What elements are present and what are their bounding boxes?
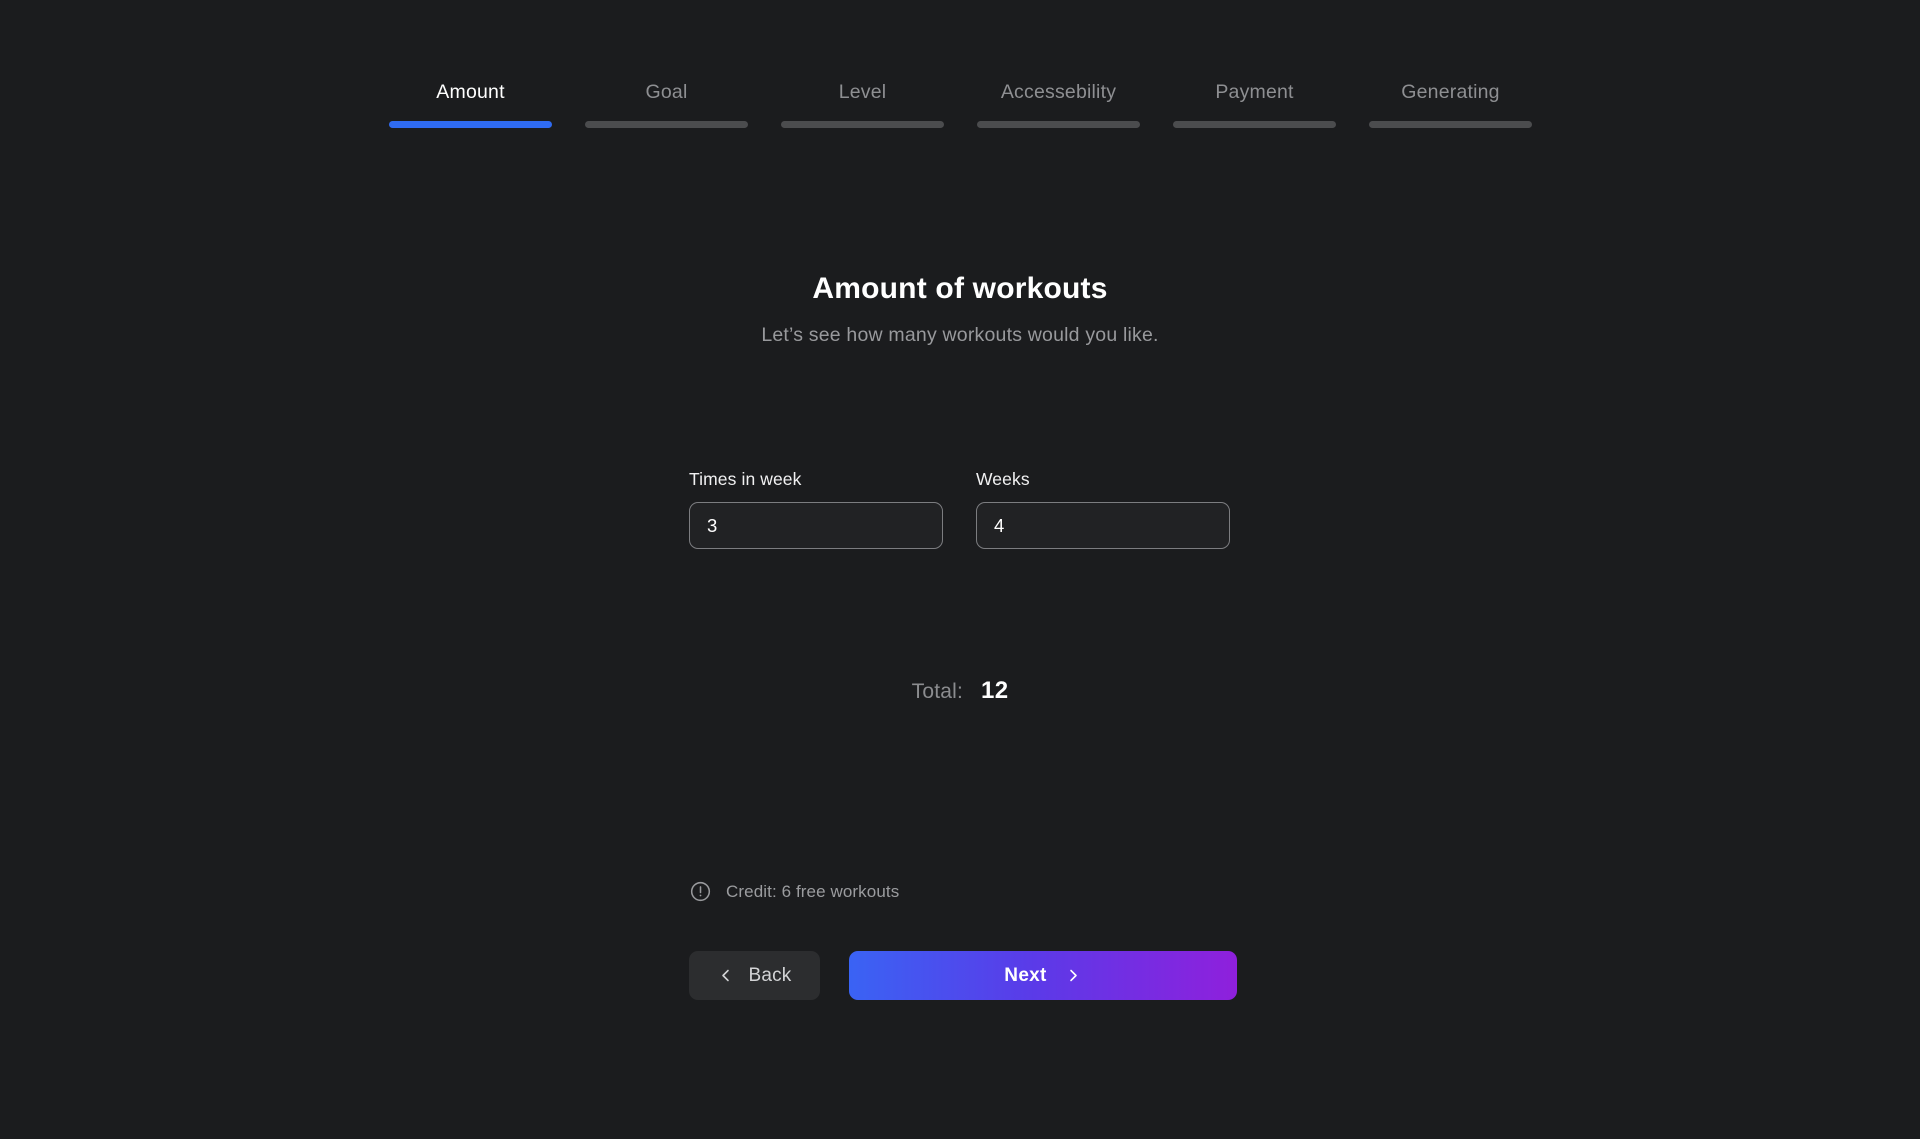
step-progress-bar (977, 121, 1140, 128)
step-progress-bar (781, 121, 944, 128)
chevron-right-icon (1069, 969, 1077, 982)
next-button[interactable]: Next (849, 951, 1237, 1000)
step-progress-bar (585, 121, 748, 128)
step-label: Generating (1401, 81, 1500, 103)
progress-stepper: Amount Goal Level Accessebility Payment … (389, 80, 1532, 128)
step-label: Payment (1215, 81, 1294, 103)
step-label: Level (838, 81, 887, 103)
total-label: Total: (911, 680, 964, 703)
step-payment[interactable]: Payment (1173, 80, 1336, 128)
step-level[interactable]: Level (781, 80, 944, 128)
times-in-week-label: Times in week (689, 469, 802, 489)
field-times-in-week: Times in week (689, 468, 943, 549)
credit-text: Credit: 6 free workouts (726, 881, 900, 901)
page-subtitle: Let’s see how many workouts would you li… (761, 324, 1159, 346)
step-accessebility[interactable]: Accessebility (977, 80, 1140, 128)
weeks-label: Weeks (976, 469, 1030, 489)
wizard-actions: Back Next (689, 951, 1237, 1000)
step-label: Goal (645, 81, 688, 103)
chevron-left-icon (722, 969, 730, 982)
step-progress-bar (1173, 121, 1336, 128)
wizard-screen: Amount Goal Level Accessebility Payment … (0, 0, 1920, 1139)
total-value: 12 (981, 677, 1009, 704)
page-title: Amount of workouts (812, 272, 1108, 305)
inputs-row: Times in week Weeks (689, 468, 1230, 549)
back-button[interactable]: Back (689, 951, 820, 1000)
step-label: Accessebility (1000, 81, 1117, 103)
credit-note: Credit: 6 free workouts (689, 880, 899, 903)
field-weeks: Weeks (976, 468, 1230, 549)
step-progress-bar (389, 121, 552, 128)
step-amount[interactable]: Amount (389, 80, 552, 128)
step-progress-bar (1369, 121, 1532, 128)
next-button-label: Next (1004, 964, 1047, 986)
weeks-input[interactable] (976, 502, 1230, 549)
step-goal[interactable]: Goal (585, 80, 748, 128)
exclamation-circle-icon (689, 880, 712, 903)
back-button-label: Back (748, 964, 792, 986)
total-row: Total: 12 (0, 677, 1920, 705)
times-in-week-input[interactable] (689, 502, 943, 549)
step-label: Amount (436, 81, 505, 103)
step-generating[interactable]: Generating (1369, 80, 1532, 128)
